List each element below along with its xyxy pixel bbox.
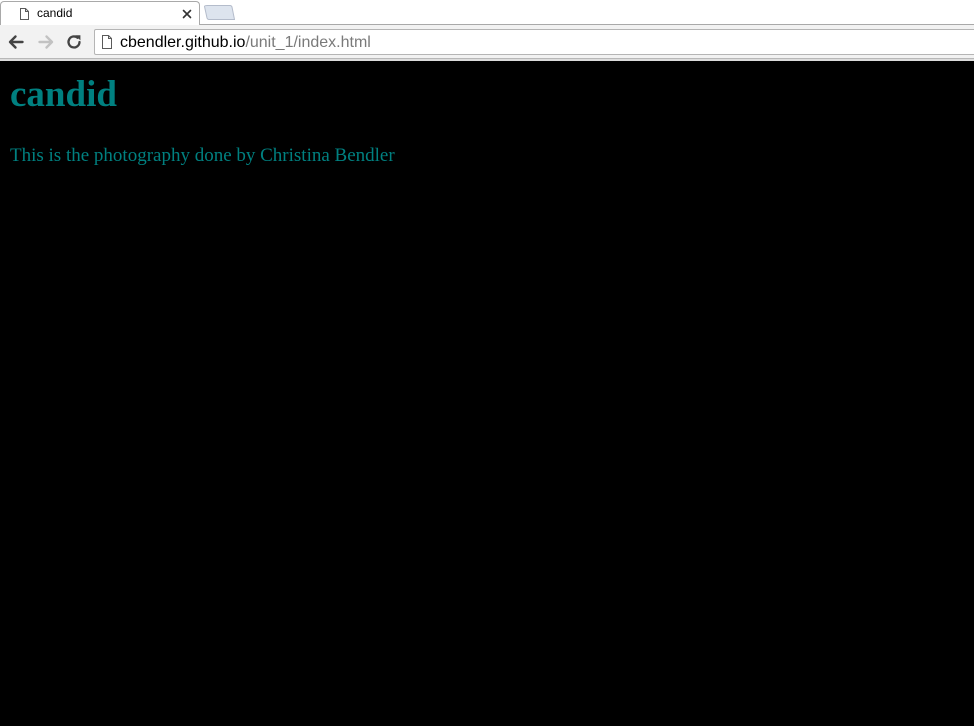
browser-window: candid cbendler.github.io/unit_1/index.h… [0,0,974,726]
reload-icon[interactable] [64,32,84,52]
page-icon [20,7,29,20]
tab-title: candid [37,6,73,20]
page-icon [102,35,112,49]
page-viewport: candid This is the photography done by C… [0,61,974,726]
address-bar[interactable]: cbendler.github.io/unit_1/index.html [94,29,974,55]
new-tab-icon[interactable] [203,5,236,20]
url-host: cbendler.github.io [120,34,246,51]
forward-arrow-icon[interactable] [36,32,56,52]
back-arrow-icon[interactable] [6,32,26,52]
close-icon[interactable] [181,7,193,19]
page-description: This is the photography done by Christin… [10,145,395,166]
tab-strip: candid [0,0,974,25]
tab-active[interactable]: candid [0,1,200,25]
address-url[interactable]: cbendler.github.io/unit_1/index.html [120,34,371,52]
page-title: candid [10,74,117,115]
browser-toolbar: cbendler.github.io/unit_1/index.html [0,25,974,59]
url-path: /unit_1/index.html [245,34,371,51]
